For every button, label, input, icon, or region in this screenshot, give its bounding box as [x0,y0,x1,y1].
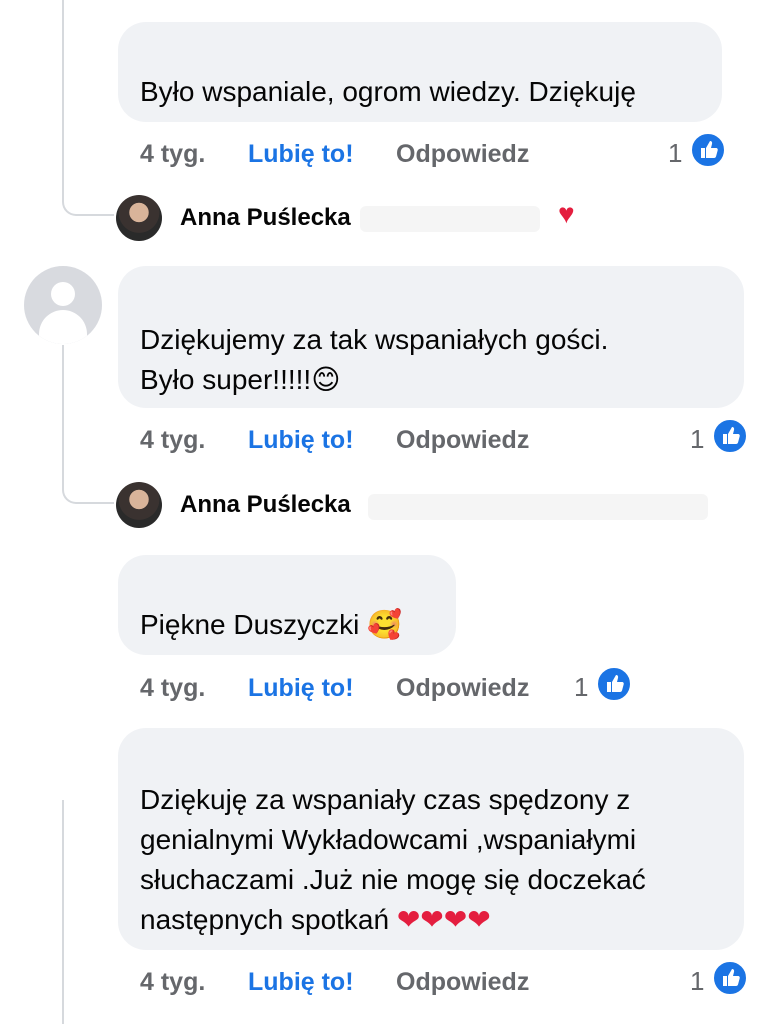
smile-emoji: 😊 [311,363,341,396]
thumbs-up-icon [690,132,726,168]
like-count[interactable]: 1 [690,966,704,997]
comment-text-body: Piękne Duszyczki [140,609,360,640]
comment-text: Piękne Duszyczki 🥰 [140,605,434,645]
comment-time[interactable]: 4 tyg. [140,140,205,169]
thumbs-up-icon [712,418,748,454]
comment-text: Dziękuję za wspaniały czas spędzony z ge… [140,780,722,940]
comment-time[interactable]: 4 tyg. [140,426,205,455]
thumbs-up-icon [596,666,632,702]
thread-line [62,800,64,1024]
smiling-face-with-hearts-emoji: 🥰 [367,608,403,641]
comment-bubble: Było wspaniale, ogrom wiedzy. Dziękuję [118,22,722,122]
reply-connector [62,468,114,504]
avatar[interactable] [116,195,162,241]
avatar[interactable] [116,482,162,528]
comment-time[interactable]: 4 tyg. [140,674,205,703]
thread-line [62,345,64,475]
comment-bubble: Piękne Duszyczki 🥰 [118,555,456,655]
blurred-reply-text [368,494,708,520]
thumbs-up-icon [712,960,748,996]
like-button[interactable]: Lubię to! [248,968,354,997]
reply-button[interactable]: Odpowiedz [396,426,529,455]
comment-bubble: Dziękujemy za tak wspaniałych gości. Był… [118,266,744,408]
blurred-reply-text [360,206,540,232]
reply-connector [62,180,114,216]
like-button[interactable]: Lubię to! [248,426,354,455]
like-count[interactable]: 1 [574,672,588,703]
comment-text: Było wspaniale, ogrom wiedzy. Dziękuję [140,76,636,107]
heart-icon: ♥ [558,198,575,229]
reply-button[interactable]: Odpowiedz [396,968,529,997]
comment-text: Dziękujemy za tak wspaniałych gości. Był… [140,320,722,400]
comment-text-body: Dziękujemy za tak wspaniałych gości. Był… [140,324,609,395]
thread-line [62,0,64,190]
default-avatar-icon[interactable] [24,266,102,344]
comment-bubble: Dziękuję za wspaniały czas spędzony z ge… [118,728,744,950]
hearts-emoji: ❤❤❤❤ [396,903,491,936]
comment-text-body: Dziękuję za wspaniały czas spędzony z ge… [140,784,646,935]
like-button[interactable]: Lubię to! [248,674,354,703]
reply-author-name[interactable]: Anna Puślecka [180,204,351,232]
reply-button[interactable]: Odpowiedz [396,140,529,169]
comment-time[interactable]: 4 tyg. [140,968,205,997]
like-count[interactable]: 1 [690,424,704,455]
like-button[interactable]: Lubię to! [248,140,354,169]
reply-author-name[interactable]: Anna Puślecka [180,491,351,519]
like-count[interactable]: 1 [668,138,682,169]
reply-button[interactable]: Odpowiedz [396,674,529,703]
